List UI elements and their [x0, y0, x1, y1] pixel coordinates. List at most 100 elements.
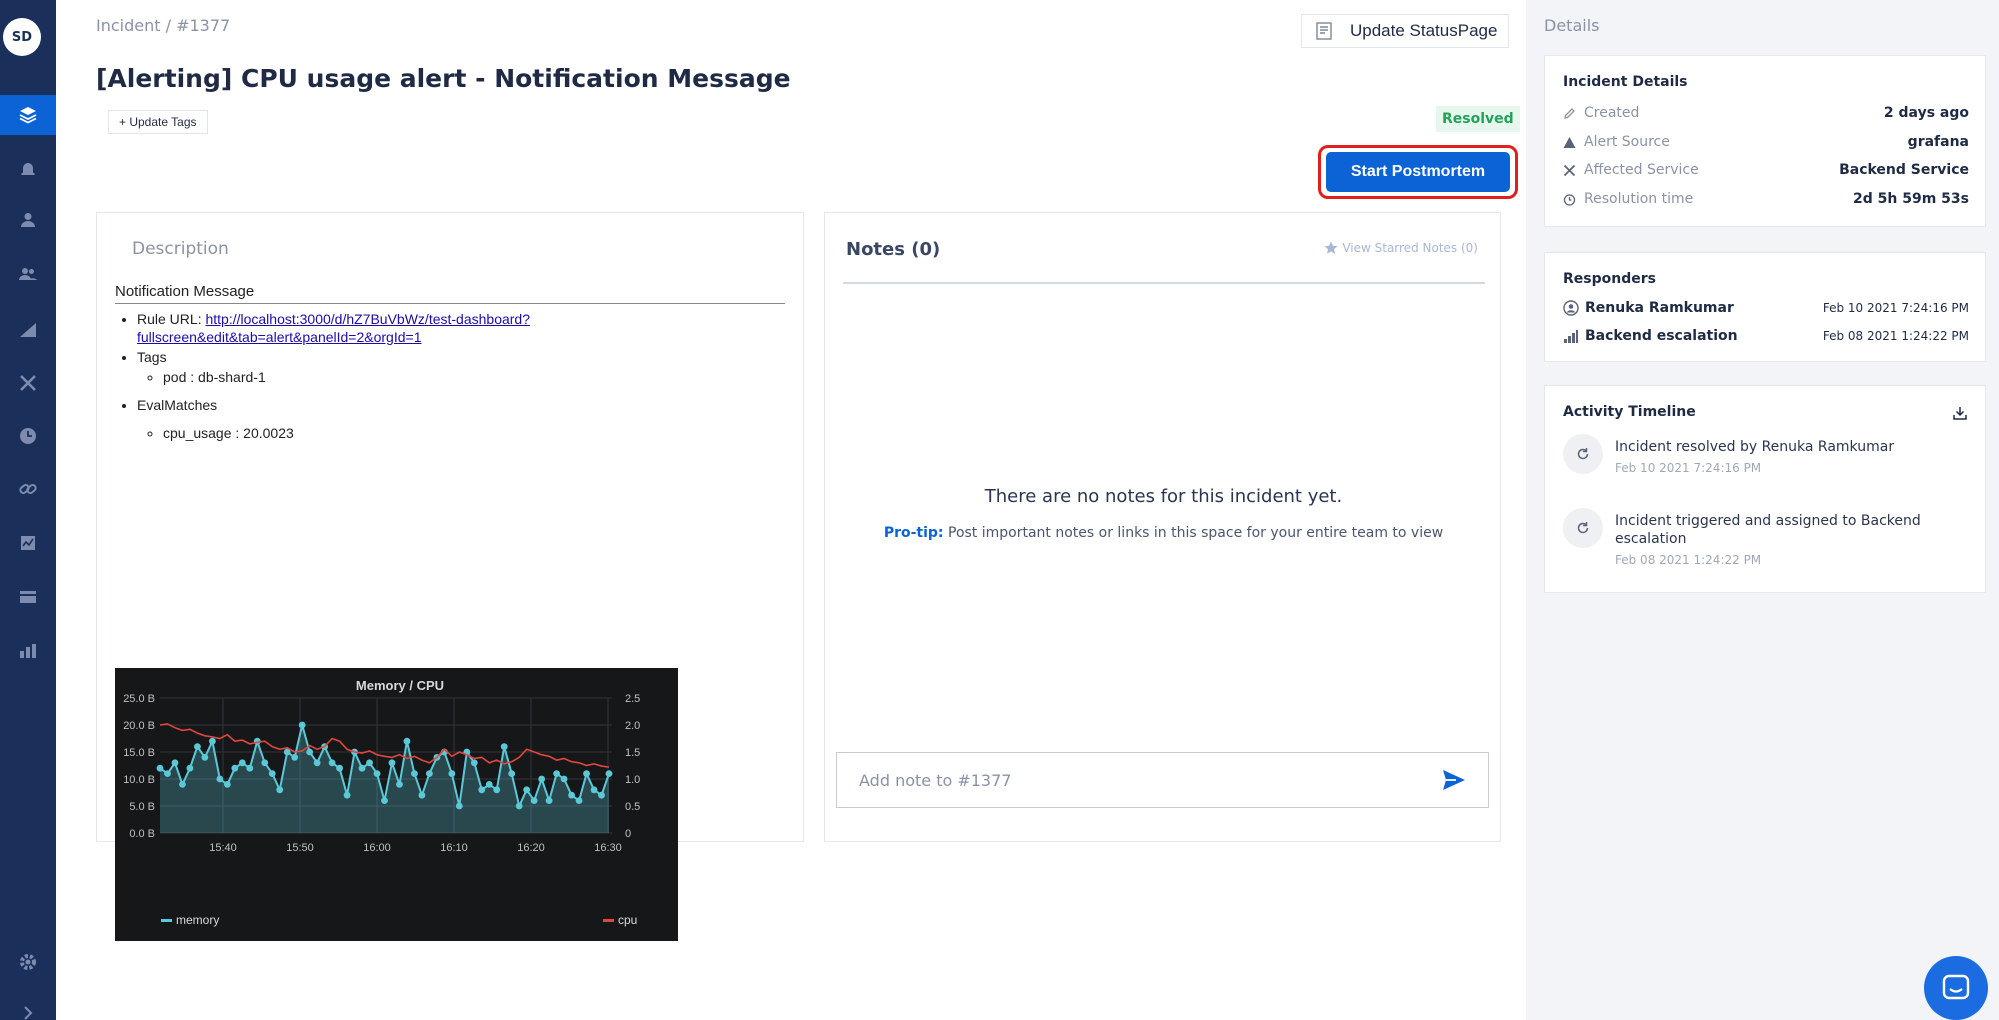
- nav-expand[interactable]: [0, 993, 56, 1020]
- memory-point: [530, 797, 538, 804]
- nav-settings[interactable]: [0, 942, 56, 982]
- affected-service-label: Affected Service: [1584, 162, 1699, 178]
- memory-point: [201, 754, 209, 761]
- resolution-time-value: 2d 5h 59m 53s: [1853, 191, 1969, 207]
- page-title: [Alerting] CPU usage alert - Notificatio…: [96, 64, 791, 93]
- memory-point: [358, 764, 366, 772]
- nav-billing[interactable]: [0, 577, 56, 617]
- responders-card: Responders Renuka Ramkumar Feb 10 2021 7…: [1544, 252, 1986, 362]
- responder-user[interactable]: Renuka Ramkumar: [1563, 300, 1734, 316]
- responder-row: Renuka Ramkumar Feb 10 2021 7:24:16 PM: [1563, 297, 1969, 319]
- memory-point: [560, 775, 568, 783]
- signal-icon: [20, 323, 36, 337]
- add-note-placeholder: Add note to #1377: [859, 770, 1012, 790]
- memory-point: [418, 791, 426, 799]
- description-panel: Description Notification Message Rule UR…: [96, 212, 804, 941]
- timeline-text: Incident triggered and assigned to Backe…: [1615, 512, 1955, 569]
- right-tick-label: 0: [625, 828, 631, 840]
- memory-point: [268, 770, 276, 777]
- memory-point: [306, 748, 314, 756]
- list-item: EvalMatches cpu_usage : 20.0023: [137, 396, 785, 442]
- responder-escalation[interactable]: Backend escalation: [1563, 328, 1738, 344]
- view-starred-notes-link[interactable]: View Starred Notes (0): [1324, 241, 1478, 255]
- protip: Pro-tip: Post important notes or links i…: [825, 525, 1502, 541]
- memory-point: [179, 781, 186, 788]
- memory-point: [523, 786, 531, 794]
- memory-point: [493, 786, 501, 794]
- nav-analytics[interactable]: [0, 631, 56, 671]
- detail-key-created: Created: [1563, 105, 1639, 121]
- nav-schedules[interactable]: [0, 416, 56, 456]
- nav-alerts[interactable]: [0, 148, 56, 188]
- x-tick-label: 15:50: [286, 842, 314, 854]
- left-tick-label: 10.0 B: [123, 774, 155, 786]
- memory-point: [231, 764, 239, 772]
- memory-point: [156, 764, 164, 772]
- breadcrumb[interactable]: Incident / #1377: [96, 16, 230, 35]
- send-icon[interactable]: [1442, 769, 1466, 791]
- activity-timeline-card: Activity Timeline Incident resolved by R…: [1544, 385, 1986, 593]
- warning-icon: [1563, 136, 1576, 148]
- list-item: Rule URL: http://localhost:3000/d/hZ7BuV…: [137, 310, 785, 346]
- nav-services[interactable]: [0, 363, 56, 403]
- description-heading: Notification Message: [115, 283, 785, 304]
- memory-point: [598, 791, 605, 799]
- right-tick-label: 1.0: [625, 774, 640, 786]
- nav-teams[interactable]: [0, 254, 56, 294]
- memory-point: [223, 781, 231, 788]
- start-postmortem-button[interactable]: Start Postmortem: [1326, 152, 1510, 192]
- memory-point: [545, 797, 553, 804]
- rule-url-link-continued[interactable]: fullscreen&edit&tab=alert&panelId=2&orgI…: [137, 329, 421, 345]
- update-statuspage-label: Update StatusPage: [1350, 21, 1498, 40]
- x-tick-label: 16:10: [440, 842, 468, 854]
- refresh-icon: [1563, 434, 1603, 474]
- nav-postmortems[interactable]: [0, 523, 56, 563]
- alert-source-value: grafana: [1907, 134, 1969, 150]
- resolution-time-label: Resolution time: [1584, 191, 1694, 207]
- memory-point: [298, 721, 306, 729]
- legend-cpu-swatch: [603, 919, 614, 922]
- responder-date: Feb 08 2021 1:24:22 PM: [1822, 329, 1969, 343]
- card-icon: [20, 591, 36, 603]
- nav-escalation[interactable]: [0, 310, 56, 350]
- right-tick-label: 2.5: [625, 693, 640, 705]
- details-header: Details: [1544, 16, 1600, 35]
- notes-title: Notes (0): [846, 239, 941, 260]
- update-statuspage-button[interactable]: Update StatusPage: [1301, 14, 1509, 48]
- memory-point: [194, 743, 201, 750]
- app: SD Incident / #1377 [Alerting] CPU usage…: [0, 0, 1999, 1020]
- memory-point: [583, 770, 590, 777]
- user-circle-icon: [1563, 300, 1579, 316]
- memory-point: [388, 759, 396, 767]
- responders-title: Responders: [1563, 271, 1656, 287]
- nav-integrations[interactable]: [0, 469, 56, 509]
- x-tick-label: 16:20: [517, 842, 545, 854]
- download-icon[interactable]: [1953, 406, 1967, 420]
- detail-row-affected-service: Affected Service Backend Service: [1563, 159, 1969, 181]
- affected-service-value[interactable]: Backend Service: [1839, 162, 1969, 178]
- left-tick-label: 5.0 B: [129, 801, 155, 813]
- detail-key-affected-service: Affected Service: [1563, 162, 1699, 178]
- memory-point: [538, 775, 546, 783]
- legend-memory-swatch: [161, 919, 172, 922]
- update-tags-button[interactable]: + Update Tags: [108, 110, 208, 134]
- memory-point: [500, 743, 508, 750]
- star-icon: [1324, 241, 1338, 254]
- created-value: 2 days ago: [1883, 105, 1969, 121]
- nav-incidents[interactable]: [0, 95, 56, 135]
- timeline-date: Feb 08 2021 1:24:22 PM: [1615, 553, 1762, 567]
- timeline-item: Incident resolved by Renuka Ramkumar Feb…: [1563, 434, 1969, 484]
- memory-point: [403, 737, 411, 745]
- rule-url-link[interactable]: http://localhost:3000/d/hZ7BuVbWz/test-d…: [205, 311, 530, 327]
- nav-users[interactable]: [0, 200, 56, 240]
- memory-point: [508, 770, 516, 777]
- timer-icon: [1563, 193, 1576, 206]
- add-note-input[interactable]: Add note to #1377: [836, 752, 1489, 808]
- avatar[interactable]: SD: [3, 18, 41, 56]
- description-body: Notification Message Rule URL: http://lo…: [115, 283, 785, 444]
- memory-point: [455, 802, 463, 810]
- main-content: Incident / #1377 [Alerting] CPU usage al…: [56, 0, 1526, 1020]
- settings-icon: [20, 954, 36, 970]
- memory-point: [568, 791, 575, 799]
- chat-launcher-button[interactable]: [1924, 956, 1988, 1020]
